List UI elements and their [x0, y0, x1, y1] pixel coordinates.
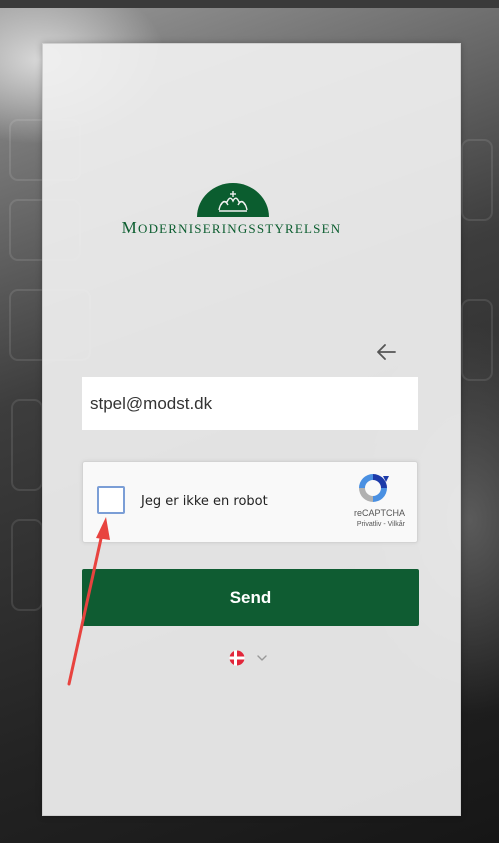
recaptcha-label: Jeg er ikke en robot: [141, 494, 268, 509]
recaptcha-widget: Jeg er ikke en robot reCAPTCHA Privatliv…: [82, 461, 418, 543]
denmark-flag-icon: [229, 650, 245, 666]
language-selector[interactable]: [229, 647, 273, 669]
arrow-left-icon[interactable]: [375, 342, 397, 362]
recaptcha-links: Privatliv - Vilkår: [357, 521, 405, 528]
email-input[interactable]: [82, 377, 418, 430]
crown-logo-icon: [197, 183, 269, 217]
agency-logo: MODERNISERINGSSTYRELSEN: [54, 183, 409, 243]
recaptcha-terms-link[interactable]: Vilkår: [388, 521, 405, 528]
agency-wordmark: MODERNISERINGSSTYRELSEN: [54, 218, 409, 238]
wordmark-rest: ODERNISERINGSSTYRELSEN: [137, 221, 342, 236]
top-bar: [0, 0, 499, 8]
send-button[interactable]: Send: [82, 569, 419, 626]
recaptcha-brand: reCAPTCHA: [353, 508, 405, 518]
recaptcha-logo-icon: [359, 474, 389, 502]
chevron-down-icon: [257, 655, 267, 661]
recaptcha-checkbox[interactable]: [97, 486, 125, 514]
wordmark-initial: M: [121, 218, 138, 237]
language-selector-graphic: [229, 650, 267, 666]
recaptcha-privacy-link[interactable]: Privatliv: [357, 521, 382, 528]
